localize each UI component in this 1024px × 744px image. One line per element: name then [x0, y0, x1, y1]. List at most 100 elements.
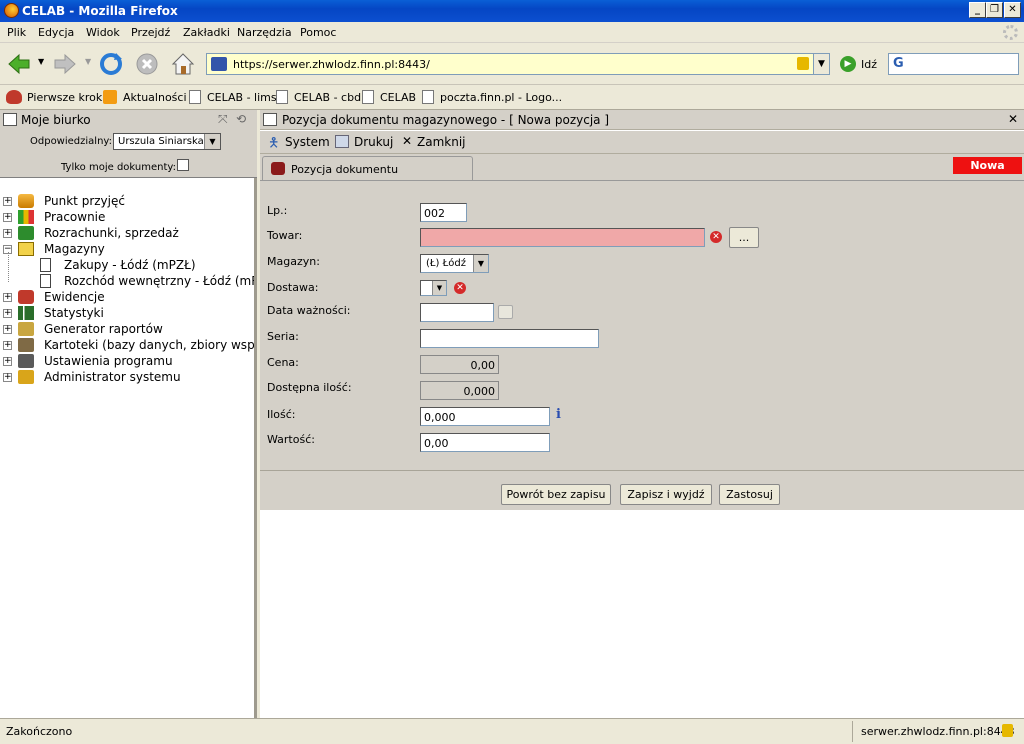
lock-icon[interactable] — [1002, 724, 1013, 737]
ilosc-input[interactable]: 0,000 — [420, 407, 550, 426]
info-icon[interactable]: i — [556, 407, 561, 422]
basket-icon — [271, 162, 285, 175]
punkt-przyjec-icon — [18, 194, 34, 208]
clear-icon[interactable]: ✕ — [710, 231, 722, 243]
lock-icon[interactable] — [797, 57, 809, 70]
google-icon[interactable]: G — [893, 56, 904, 71]
menu-plik[interactable]: Plik — [7, 26, 26, 39]
expand-icon[interactable]: + — [3, 309, 12, 318]
data-waznosci-input[interactable] — [420, 303, 494, 322]
tree-label: Generator raportów — [44, 322, 163, 336]
tree-label: Administrator systemu — [44, 370, 181, 384]
printer-icon — [335, 135, 349, 148]
towar-label: Towar: — [267, 229, 303, 242]
lp-label: Lp.: — [267, 204, 288, 217]
zastosuj-button[interactable]: Zastosuj — [719, 484, 780, 505]
go-button[interactable]: Idź — [861, 58, 877, 71]
expand-icon[interactable]: + — [3, 357, 12, 366]
close-icon[interactable]: ✕ — [1008, 112, 1018, 126]
divider — [260, 470, 1024, 471]
desk-icon — [3, 113, 17, 126]
magazyn-select[interactable]: (Ł) Łódź ▼ — [420, 254, 489, 273]
wartosc-label: Wartość: — [267, 433, 315, 446]
document-icon — [40, 258, 51, 272]
bookmark-aktualnosci[interactable]: Aktualności — [123, 91, 187, 104]
go-icon[interactable]: ▶ — [840, 56, 856, 72]
lp-input[interactable]: 002 — [420, 203, 467, 222]
expand-icon[interactable]: + — [3, 373, 12, 382]
print-button[interactable]: Drukuj — [354, 135, 393, 149]
menu-zakladki[interactable]: Zakładki — [183, 26, 230, 39]
powrot-button[interactable]: Powrót bez zapisu — [501, 484, 611, 505]
menu-narzedzia[interactable]: Narzędzia — [237, 26, 292, 39]
url-dropdown-icon[interactable]: ▼ — [813, 54, 829, 74]
document-panel: Pozycja dokumentu magazynowego - [ Nowa … — [260, 110, 1024, 718]
browse-towar-button[interactable]: ... — [729, 227, 759, 248]
tree-label: Statystyki — [44, 306, 104, 320]
chevron-down-icon[interactable]: ▼ — [432, 281, 446, 295]
seria-input[interactable] — [420, 329, 599, 348]
url-text[interactable]: https://serwer.zhwlodz.finn.pl:8443/ — [233, 58, 430, 71]
clear-icon[interactable]: ✕ — [454, 282, 466, 294]
dostepna-ilosc-label: Dostępna ilość: — [267, 381, 352, 394]
menu-przejdz[interactable]: Przejdź — [131, 26, 170, 39]
only-mine-checkbox[interactable] — [177, 159, 189, 171]
admin-icon — [18, 370, 34, 384]
menu-pomoc[interactable]: Pomoc — [300, 26, 336, 39]
dostepna-ilosc-field: 0,000 — [420, 381, 499, 400]
pracownie-icon — [18, 210, 34, 224]
home-icon[interactable] — [170, 51, 196, 77]
tree-label: Kartoteki (bazy danych, zbiory wspoma — [44, 338, 254, 352]
refresh-icon[interactable]: ⟲ — [236, 112, 246, 126]
towar-input[interactable] — [420, 228, 705, 247]
menu-edycja[interactable]: Edycja — [38, 26, 74, 39]
throbber-icon — [1003, 25, 1018, 40]
bookmark-poczta[interactable]: poczta.finn.pl - Logo... — [440, 91, 562, 104]
url-bar[interactable]: https://serwer.zhwlodz.finn.pl:8443/ ▼ — [206, 53, 830, 75]
zapisz-i-wyjdz-button[interactable]: Zapisz i wyjdź — [620, 484, 712, 505]
tree-label: Rozrachunki, sprzedaż — [44, 226, 179, 240]
tree-label: Magazyny — [44, 242, 105, 256]
stop-icon[interactable] — [134, 51, 160, 77]
calendar-icon[interactable] — [498, 305, 513, 319]
dostawa-select[interactable]: ▼ — [420, 280, 447, 296]
menu-widok[interactable]: Widok — [86, 26, 120, 39]
bookmarks-toolbar: Pierwsze kroki Aktualności CELAB - lims … — [0, 86, 1024, 110]
forward-arrow-icon[interactable] — [52, 51, 78, 77]
back-arrow-icon[interactable] — [6, 51, 32, 77]
expand-icon[interactable]: + — [3, 213, 12, 222]
expand-icon[interactable]: + — [3, 293, 12, 302]
forward-dropdown-icon[interactable]: ▼ — [85, 57, 91, 66]
magazyn-label: Magazyn: — [267, 255, 320, 268]
zamknij-button[interactable]: Zamknij — [417, 135, 466, 149]
reload-icon[interactable] — [98, 51, 124, 77]
bookmark-celab-cbd[interactable]: CELAB - cbd — [294, 91, 361, 104]
panel-title: Pozycja dokumentu magazynowego - [ Nowa … — [282, 113, 610, 127]
expand-icon[interactable]: + — [3, 325, 12, 334]
system-button[interactable]: System — [285, 135, 330, 149]
responsible-select[interactable]: Urszula Siniarska ▼ — [113, 133, 221, 150]
maximize-button[interactable]: ❐ — [986, 2, 1003, 18]
tab-pozycja[interactable]: Pozycja dokumentu magazynowego — [262, 156, 473, 189]
minimize-button[interactable]: _ — [969, 2, 986, 18]
bookmark-pierwsze-kroki[interactable]: Pierwsze kroki — [27, 91, 105, 104]
firefox-icon — [4, 3, 19, 18]
tree-label: Rozchód wewnętrzny - Łódź (mRWŁ — [64, 274, 254, 288]
status-text: Zakończono — [6, 725, 73, 738]
chevron-down-icon[interactable]: ▼ — [473, 255, 488, 272]
tree-label: Ustawienia programu — [44, 354, 173, 368]
cena-field: 0,00 — [420, 355, 499, 374]
left-pane-header: Moje biurko ⤧ ⟲ Odpowiedzialny: Urszula … — [0, 110, 257, 178]
chevron-down-icon[interactable]: ▼ — [204, 134, 220, 149]
bookmark-celab[interactable]: CELAB — [380, 91, 416, 104]
rozrachunki-icon — [18, 226, 34, 240]
back-dropdown-icon[interactable]: ▼ — [38, 57, 44, 66]
search-input[interactable]: G — [888, 53, 1019, 75]
collapse-icon[interactable]: ⤧ — [218, 112, 228, 127]
expand-icon[interactable]: + — [3, 229, 12, 238]
wartosc-input[interactable]: 0,00 — [420, 433, 550, 452]
bookmark-celab-lims[interactable]: CELAB - lims — [207, 91, 277, 104]
close-window-button[interactable]: ✕ — [1004, 2, 1021, 18]
expand-icon[interactable]: + — [3, 341, 12, 350]
expand-icon[interactable]: + — [3, 197, 12, 206]
